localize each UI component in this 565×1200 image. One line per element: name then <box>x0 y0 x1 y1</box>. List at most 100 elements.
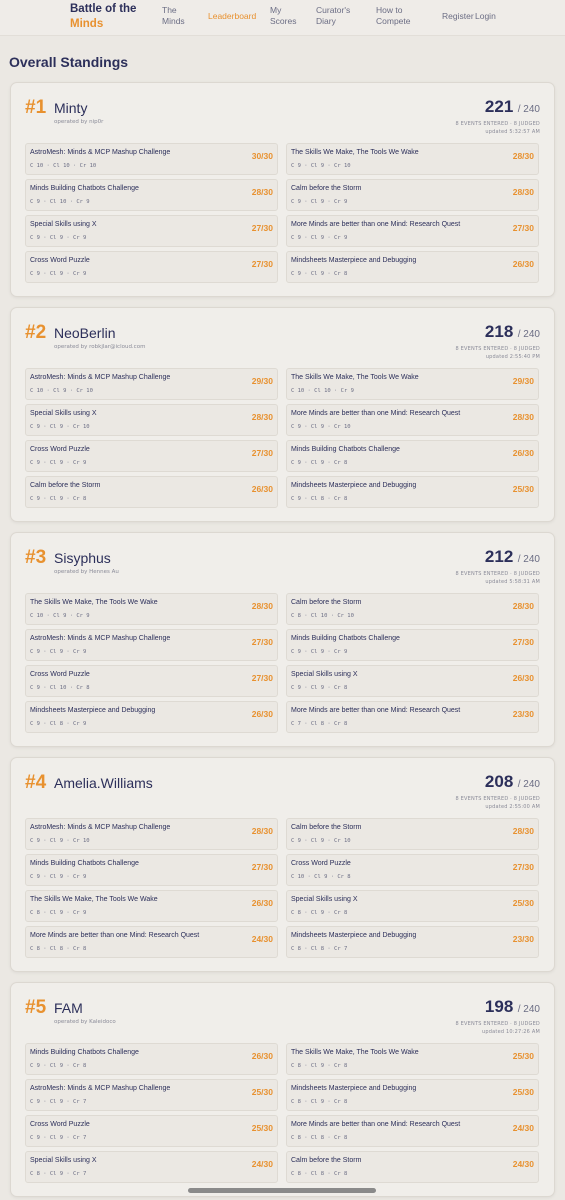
event-result[interactable]: The Skills We Make, The Tools We Wake C 8… <box>286 1043 539 1075</box>
event-breakdown: C 9 · Cl 9 · Cr 9 <box>30 235 87 241</box>
event-result[interactable]: Mindsheets Masterpiece and Debugging C 9 … <box>286 251 539 283</box>
nav-curators-diary[interactable]: Curator's Diary <box>316 5 350 27</box>
event-result[interactable]: Special Skills using X C 9 · Cl 9 · Cr 9 2… <box>25 215 278 247</box>
event-result[interactable]: Cross Word Puzzle C 10 · Cl 9 · Cr 8 27/30 <box>286 854 539 886</box>
event-score: 28/30 <box>251 187 273 197</box>
event-result[interactable]: Mindsheets Masterpiece and Debugging C 8 … <box>286 1079 539 1111</box>
event-result[interactable]: Special Skills using X C 9 · Cl 9 · Cr 10… <box>25 404 278 436</box>
event-result[interactable]: Mindsheets Masterpiece and Debugging C 8 … <box>286 926 539 958</box>
event-result[interactable]: Special Skills using X C 8 · Cl 9 · Cr 7 2… <box>25 1151 278 1183</box>
event-result[interactable]: Mindsheets Masterpiece and Debugging C 9 … <box>25 701 278 733</box>
event-title: More Minds are better than one Mind: Res… <box>291 410 461 417</box>
updated-time: updated 10:27:26 AM <box>482 1029 540 1035</box>
updated-time: updated 2:55:40 PM <box>485 354 540 360</box>
contestant-name[interactable]: NeoBerlin <box>54 325 115 341</box>
contestant-name[interactable]: Amelia.Williams <box>54 775 153 791</box>
event-result[interactable]: AstroMesh: Minds & MCP Mashup Challenge C… <box>25 368 278 400</box>
event-grid: AstroMesh: Minds & MCP Mashup Challenge C… <box>25 368 543 508</box>
event-result[interactable]: More Minds are better than one Mind: Res… <box>286 701 539 733</box>
event-result[interactable]: Calm before the Storm C 9 · Cl 9 · Cr 10 2… <box>286 818 539 850</box>
page-title: Overall Standings <box>9 54 129 70</box>
event-title: Minds Building Chatbots Challenge <box>30 1049 139 1056</box>
nav-register[interactable]: Register <box>442 11 474 22</box>
event-result[interactable]: More Minds are better than one Mind: Res… <box>286 215 539 247</box>
event-title: Minds Building Chatbots Challenge <box>30 185 139 192</box>
event-title: More Minds are better than one Mind: Res… <box>291 1121 461 1128</box>
score-value: 221 <box>484 97 514 116</box>
event-title: Cross Word Puzzle <box>30 1121 90 1128</box>
event-result[interactable]: Cross Word Puzzle C 9 · Cl 9 · Cr 9 27/30 <box>25 440 278 472</box>
event-result[interactable]: Special Skills using X C 9 · Cl 9 · Cr 8 2… <box>286 665 539 697</box>
event-score: 24/30 <box>251 1159 273 1169</box>
event-result[interactable]: More Minds are better than one Mind: Res… <box>25 926 278 958</box>
total-score: 198 / 240 <box>485 997 540 1017</box>
contestant-name[interactable]: FAM <box>54 1000 83 1016</box>
top-nav-bar: Battle of the Minds The Minds Leaderboar… <box>0 0 565 36</box>
event-result[interactable]: Minds Building Chatbots Challenge C 9 · C… <box>25 179 278 211</box>
event-result[interactable]: The Skills We Make, The Tools We Wake C 9… <box>286 143 539 175</box>
nav-how-to-compete[interactable]: How to Compete <box>376 5 411 27</box>
event-score: 26/30 <box>512 673 534 683</box>
nav-leaderboard[interactable]: Leaderboard <box>208 11 256 22</box>
score-max: / 240 <box>517 779 540 790</box>
event-breakdown: C 8 · Cl 9 · Cr 7 <box>30 1171 87 1177</box>
event-score: 28/30 <box>512 187 534 197</box>
event-result[interactable]: AstroMesh: Minds & MCP Mashup Challenge C… <box>25 143 278 175</box>
event-score: 27/30 <box>251 673 273 683</box>
rank-label: #3 <box>25 547 47 568</box>
event-result[interactable]: The Skills We Make, The Tools We Wake C 1… <box>25 593 278 625</box>
event-result[interactable]: Minds Building Chatbots Challenge C 9 · C… <box>25 854 278 886</box>
operator-label: operated by robkjlar@icloud.com <box>54 344 146 350</box>
total-score: 212 / 240 <box>485 547 540 567</box>
event-result[interactable]: Minds Building Chatbots Challenge C 9 · C… <box>286 440 539 472</box>
contestant-name[interactable]: Minty <box>54 100 87 116</box>
event-result[interactable]: Calm before the Storm C 8 · Cl 8 · Cr 8 24… <box>286 1151 539 1183</box>
event-result[interactable]: The Skills We Make, The Tools We Wake C 8… <box>25 890 278 922</box>
event-result[interactable]: AstroMesh: Minds & MCP Mashup Challenge C… <box>25 1079 278 1111</box>
event-breakdown: C 9 · Cl 10 · Cr 9 <box>30 199 90 205</box>
event-result[interactable]: AstroMesh: Minds & MCP Mashup Challenge C… <box>25 629 278 661</box>
event-title: Cross Word Puzzle <box>30 446 90 453</box>
event-score: 24/30 <box>251 934 273 944</box>
horizontal-scrollbar[interactable] <box>188 1188 376 1193</box>
event-result[interactable]: Calm before the Storm C 8 · Cl 10 · Cr 10… <box>286 593 539 625</box>
event-result[interactable]: Minds Building Chatbots Challenge C 9 · C… <box>286 629 539 661</box>
event-title: Cross Word Puzzle <box>30 671 90 678</box>
event-breakdown: C 8 · Cl 8 · Cr 8 <box>291 1171 348 1177</box>
event-result[interactable]: Minds Building Chatbots Challenge C 9 · C… <box>25 1043 278 1075</box>
brand-logo[interactable]: Battle of the Minds <box>70 2 150 32</box>
contestant-name[interactable]: Sisyphus <box>54 550 111 566</box>
events-summary: 8 EVENTS ENTERED · 8 JUDGED <box>455 121 540 127</box>
event-score: 28/30 <box>512 826 534 836</box>
operator-label: operated by nip0r <box>54 119 104 125</box>
event-score: 27/30 <box>251 637 273 647</box>
score-max: / 240 <box>517 329 540 340</box>
event-breakdown: C 9 · Cl 8 · Cr 9 <box>30 721 87 727</box>
event-result[interactable]: AstroMesh: Minds & MCP Mashup Challenge C… <box>25 818 278 850</box>
event-score: 25/30 <box>251 1123 273 1133</box>
event-result[interactable]: Cross Word Puzzle C 9 · Cl 9 · Cr 9 27/30 <box>25 251 278 283</box>
event-result[interactable]: Cross Word Puzzle C 9 · Cl 9 · Cr 7 25/30 <box>25 1115 278 1147</box>
event-result[interactable]: The Skills We Make, The Tools We Wake C 1… <box>286 368 539 400</box>
nav-login[interactable]: Login <box>475 11 496 22</box>
event-score: 26/30 <box>512 259 534 269</box>
events-summary: 8 EVENTS ENTERED · 8 JUDGED <box>455 571 540 577</box>
events-summary: 8 EVENTS ENTERED · 8 JUDGED <box>455 346 540 352</box>
event-result[interactable]: Calm before the Storm C 9 · Cl 9 · Cr 8 26… <box>25 476 278 508</box>
event-breakdown: C 9 · Cl 9 · Cr 10 <box>291 424 351 430</box>
event-result[interactable]: Cross Word Puzzle C 9 · Cl 10 · Cr 8 27/30 <box>25 665 278 697</box>
event-result[interactable]: Mindsheets Masterpiece and Debugging C 9 … <box>286 476 539 508</box>
nav-my-scores[interactable]: My Scores <box>270 5 296 27</box>
event-score: 25/30 <box>512 1051 534 1061</box>
event-breakdown: C 8 · Cl 10 · Cr 10 <box>291 613 354 619</box>
nav-the-minds[interactable]: The Minds <box>162 5 185 27</box>
event-result[interactable]: Special Skills using X C 8 · Cl 9 · Cr 8 2… <box>286 890 539 922</box>
event-result[interactable]: Calm before the Storm C 9 · Cl 9 · Cr 9 28… <box>286 179 539 211</box>
event-result[interactable]: More Minds are better than one Mind: Res… <box>286 404 539 436</box>
event-breakdown: C 9 · Cl 9 · Cr 7 <box>30 1135 87 1141</box>
brand-line-2: Minds <box>70 18 104 30</box>
event-breakdown: C 9 · Cl 9 · Cr 8 <box>291 271 348 277</box>
event-breakdown: C 9 · Cl 9 · Cr 8 <box>30 1063 87 1069</box>
event-title: The Skills We Make, The Tools We Wake <box>291 1049 419 1056</box>
event-result[interactable]: More Minds are better than one Mind: Res… <box>286 1115 539 1147</box>
